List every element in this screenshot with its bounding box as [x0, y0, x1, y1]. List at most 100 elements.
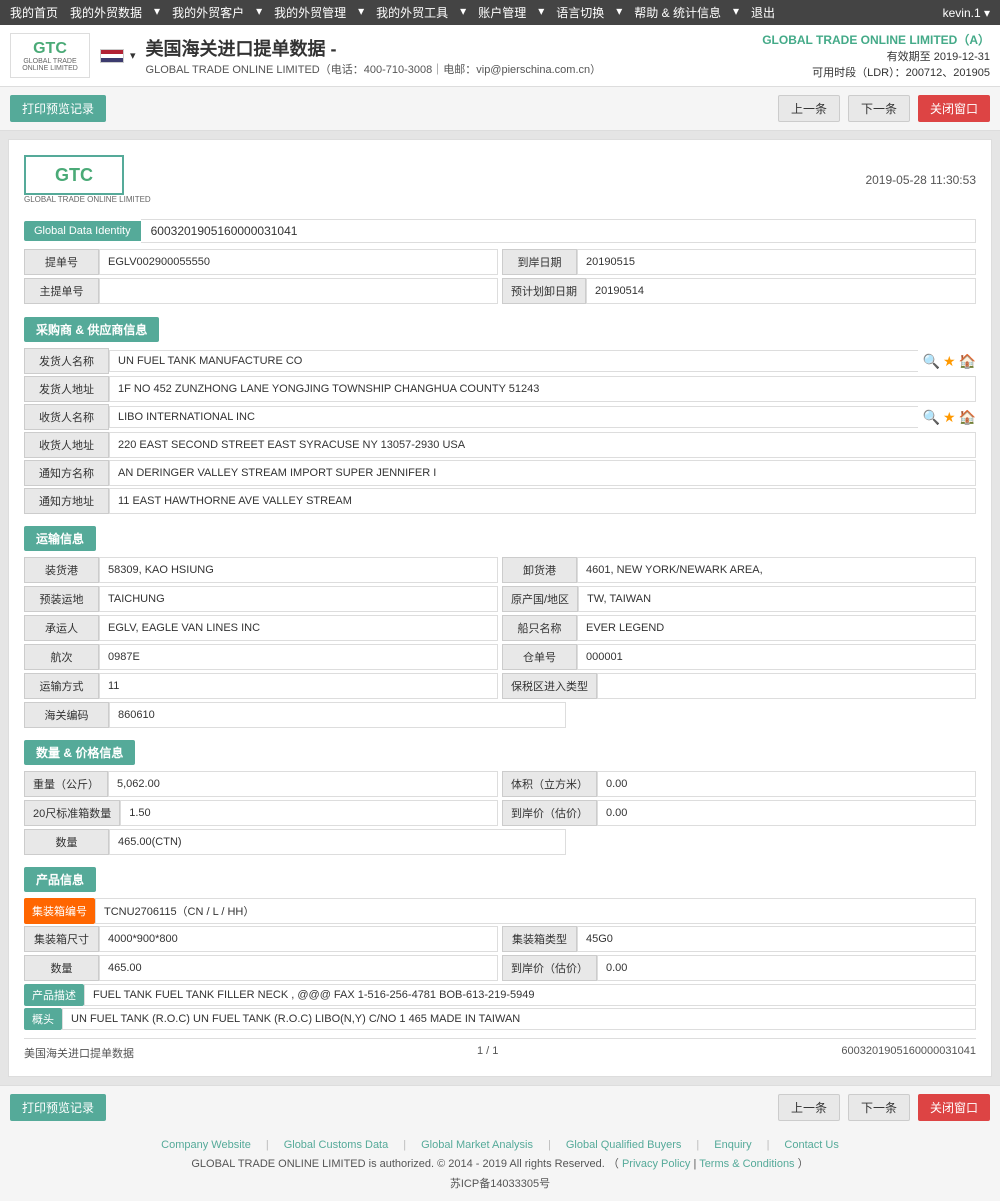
tax-zone-pair: 保税区进入类型: [502, 673, 976, 699]
footer-link-buyers[interactable]: Global Qualified Buyers: [566, 1139, 682, 1151]
pre-dest-value: TAICHUNG: [99, 586, 498, 612]
receiver-addr-value: 220 EAST SECOND STREET EAST SYRACUSE NY …: [109, 432, 976, 458]
user-info: kevin.1 ▾: [943, 6, 990, 20]
customs-code-row: 海关编码 860610: [24, 702, 976, 728]
customs-code-value: 860610: [109, 702, 566, 728]
header-value: UN FUEL TANK (R.O.C) UN FUEL TANK (R.O.C…: [62, 1008, 976, 1030]
bottom-print-button[interactable]: 打印预览记录: [10, 1094, 106, 1121]
supplier-section-header: 采购商 & 供应商信息: [24, 317, 159, 342]
receiver-home-icon[interactable]: 🏠: [959, 409, 976, 426]
receiver-search-icon[interactable]: 🔍: [923, 409, 940, 426]
nav-help[interactable]: 帮助 & 统计信息: [634, 4, 721, 21]
arrival-price-label: 到岸价（估价）: [502, 800, 597, 826]
product-section-header: 产品信息: [24, 867, 96, 892]
weight-volume-row: 重量（公斤） 5,062.00 体积（立方米） 0.00: [24, 771, 976, 797]
shipper-star-icon[interactable]: ★: [943, 353, 956, 370]
receiver-name-label: 收货人名称: [24, 404, 109, 430]
unload-port-pair: 卸货港 4601, NEW YORK/NEWARK AREA,: [502, 557, 976, 583]
weight-value: 5,062.00: [108, 771, 498, 797]
product-section: 产品信息 集装箱编号 TCNU2706115（CN / L / HH） 集装箱尺…: [24, 857, 976, 1030]
shipper-name-label: 发货人名称: [24, 348, 109, 374]
doc-datetime: 2019-05-28 11:30:53: [865, 173, 976, 187]
voyage-pair: 航次 0987E: [24, 644, 498, 670]
quantity-section: 数量 & 价格信息 重量（公斤） 5,062.00 体积（立方米） 0.00 2…: [24, 730, 976, 855]
footer-icp: 苏ICP备14033305号: [10, 1175, 990, 1191]
footer-terms-link[interactable]: Terms & Conditions: [699, 1158, 794, 1170]
prod-price-label: 到岸价（估价）: [502, 955, 597, 981]
nav-account[interactable]: 账户管理: [478, 4, 526, 21]
unload-port-value: 4601, NEW YORK/NEWARK AREA,: [577, 557, 976, 583]
bottom-toolbar: 打印预览记录 上一条 下一条 关闭窗口: [0, 1085, 1000, 1129]
container-type-value: 45G0: [577, 926, 976, 952]
nav-foreign-tool[interactable]: 我的外贸工具: [376, 4, 448, 21]
bottom-prev-button[interactable]: 上一条: [778, 1094, 840, 1121]
bill-no-pair: 提单号 EGLV002900055550: [24, 249, 498, 275]
bill-arrival-row: 提单号 EGLV002900055550 到岸日期 20190515: [24, 249, 976, 275]
footer-link-market[interactable]: Global Market Analysis: [421, 1139, 533, 1151]
container-size-value: 4000*900*800: [99, 926, 498, 952]
vessel-label: 船只名称: [502, 615, 577, 641]
shipper-addr-row: 发货人地址 1F NO 452 ZUNZHONG LANE YONGJING T…: [24, 376, 976, 402]
arrival-date-label: 到岸日期: [502, 249, 577, 275]
close-window-button[interactable]: 关闭窗口: [918, 95, 990, 122]
prod-price-pair: 到岸价（估价） 0.00: [502, 955, 976, 981]
bottom-toolbar-left: 打印预览记录: [10, 1094, 106, 1121]
voyage-value: 0987E: [99, 644, 498, 670]
footer-privacy-link[interactable]: Privacy Policy: [622, 1158, 690, 1170]
receiver-star-icon[interactable]: ★: [943, 409, 956, 426]
nav-language[interactable]: 语言切换: [556, 4, 604, 21]
qty-label: 数量: [24, 829, 109, 855]
warehouse-pair: 仓单号 000001: [502, 644, 976, 670]
footer-link-contact[interactable]: Contact Us: [784, 1139, 838, 1151]
shipper-addr-label: 发货人地址: [24, 376, 109, 402]
bottom-close-button[interactable]: 关闭窗口: [918, 1094, 990, 1121]
receiver-icons: 🔍 ★ 🏠: [923, 409, 976, 426]
print-preview-button[interactable]: 打印预览记录: [10, 95, 106, 122]
origin-value: TW, TAIWAN: [578, 586, 976, 612]
quantity-section-header: 数量 & 价格信息: [24, 740, 135, 765]
planned-arrival-value: 20190514: [586, 278, 976, 304]
notify-addr-value: 11 EAST HAWTHORNE AVE VALLEY STREAM: [109, 488, 976, 514]
doc-logo-box: GTC: [24, 155, 124, 195]
load-unload-row: 装货港 58309, KAO HSIUNG 卸货港 4601, NEW YORK…: [24, 557, 976, 583]
shipper-name-row: 发货人名称 UN FUEL TANK MANUFACTURE CO 🔍 ★ 🏠: [24, 348, 976, 374]
container-no-button[interactable]: 集装箱编号: [24, 898, 95, 924]
volume-value: 0.00: [597, 771, 976, 797]
nav-foreign-trade[interactable]: 我的外贸数据: [70, 4, 142, 21]
nav-foreign-admin[interactable]: 我的外贸管理: [274, 4, 346, 21]
prev-button[interactable]: 上一条: [778, 95, 840, 122]
volume-pair: 体积（立方米） 0.00: [502, 771, 976, 797]
nav-exit[interactable]: 退出: [751, 4, 775, 21]
container-no-value: TCNU2706115（CN / L / HH）: [95, 898, 976, 924]
nav-foreign-client[interactable]: 我的外贸客户: [172, 4, 244, 21]
load-port-label: 装货港: [24, 557, 99, 583]
footer-copyright: GLOBAL TRADE ONLINE LIMITED is authorize…: [10, 1155, 990, 1171]
flag-icon: [100, 49, 124, 63]
origin-pair: 原产国/地区 TW, TAIWAN: [502, 586, 976, 612]
pre-dest-origin-row: 预装运地 TAICHUNG 原产国/地区 TW, TAIWAN: [24, 586, 976, 612]
nav-home[interactable]: 我的首页: [10, 4, 58, 21]
transport-mode-pair: 运输方式 11: [24, 673, 498, 699]
footer-link-customs[interactable]: Global Customs Data: [284, 1139, 389, 1151]
carrier-vessel-row: 承运人 EGLV, EAGLE VAN LINES INC 船只名称 EVER …: [24, 615, 976, 641]
footer-link-company[interactable]: Company Website: [161, 1139, 251, 1151]
footer-link-enquiry[interactable]: Enquiry: [714, 1139, 751, 1151]
notify-name-row: 通知方名称 AN DERINGER VALLEY STREAM IMPORT S…: [24, 460, 976, 486]
product-desc-button[interactable]: 产品描述: [24, 984, 84, 1006]
global-data-identity-row: Global Data Identity 6003201905160000031…: [24, 219, 976, 243]
tax-zone-value: [597, 673, 976, 699]
carrier-value: EGLV, EAGLE VAN LINES INC: [99, 615, 498, 641]
vessel-value: EVER LEGEND: [577, 615, 976, 641]
top-toolbar: 打印预览记录 上一条 下一条 关闭窗口: [0, 87, 1000, 131]
master-bill-value: [99, 278, 498, 304]
next-button[interactable]: 下一条: [848, 95, 910, 122]
content-wrapper: GTC GLOBAL TRADE ONLINE LIMITED 2019-05-…: [0, 131, 1000, 1085]
customs-code-label: 海关编码: [24, 702, 109, 728]
bottom-next-button[interactable]: 下一条: [848, 1094, 910, 1121]
shipper-search-icon[interactable]: 🔍: [923, 353, 940, 370]
bottom-toolbar-nav: 上一条 下一条 关闭窗口: [778, 1094, 990, 1121]
weight-pair: 重量（公斤） 5,062.00: [24, 771, 498, 797]
receiver-name-value: LIBO INTERNATIONAL INC: [109, 406, 918, 428]
header-button[interactable]: 概头: [24, 1008, 62, 1030]
shipper-home-icon[interactable]: 🏠: [959, 353, 976, 370]
